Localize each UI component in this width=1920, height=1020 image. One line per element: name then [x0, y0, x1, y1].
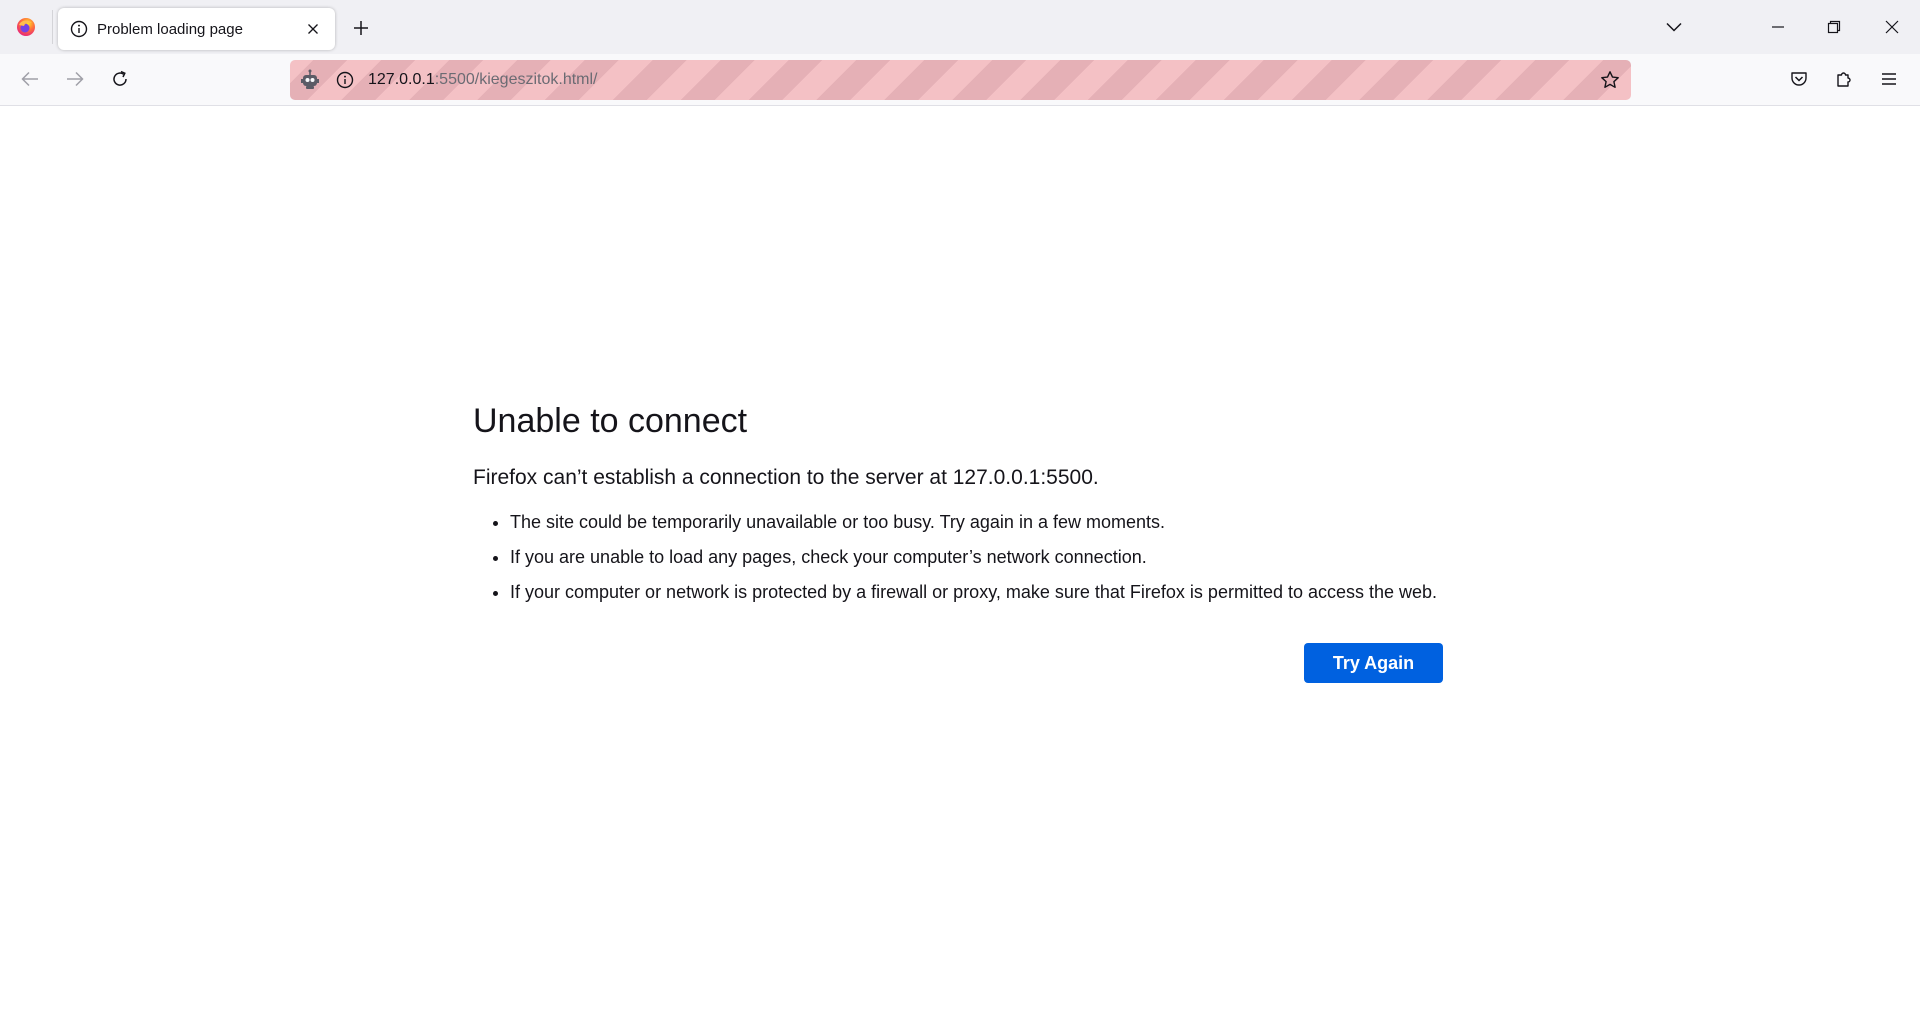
tabstrip-separator: [52, 10, 53, 44]
url-host: 127.0.0.1: [368, 71, 435, 88]
tab-title: Problem loading page: [97, 20, 243, 38]
arrow-right-icon: [67, 71, 84, 87]
site-info-button[interactable]: [334, 69, 356, 91]
save-to-pocket-button[interactable]: [1782, 62, 1816, 96]
close-icon: [1885, 20, 1899, 34]
reload-button[interactable]: [103, 62, 137, 96]
error-reasons-list: The site could be temporarily unavailabl…: [473, 510, 1445, 605]
firefox-logo-icon: [17, 18, 35, 36]
new-tab-button[interactable]: [346, 14, 376, 42]
error-title: Unable to connect: [473, 402, 748, 440]
url-path: :5500/kiegeszitok.html/: [434, 71, 598, 88]
tab-strip: Problem loading page: [0, 0, 1920, 54]
error-page-container: Unable to connect Firefox can’t establis…: [473, 400, 1445, 683]
navigation-toolbar: 127.0.0.1:5500/kiegeszitok.html/: [0, 54, 1920, 106]
error-description: Firefox can’t establish a connection to …: [473, 466, 1099, 489]
extensions-button[interactable]: [1827, 62, 1861, 96]
list-item: If your computer or network is protected…: [510, 580, 1445, 605]
reload-icon: [113, 70, 127, 86]
robot-icon[interactable]: [298, 68, 322, 92]
tab-close-button[interactable]: [301, 17, 325, 41]
info-icon: [336, 71, 354, 89]
restore-icon: [1827, 20, 1841, 34]
minimize-icon: [1772, 26, 1784, 28]
arrow-left-icon: [21, 71, 38, 87]
window-minimize-button[interactable]: [1750, 0, 1806, 54]
back-button[interactable]: [13, 62, 47, 96]
bookmark-button[interactable]: [1597, 67, 1623, 93]
info-icon: [69, 19, 89, 39]
chevron-down-icon: [1666, 22, 1682, 32]
app-menu-button[interactable]: [1872, 62, 1906, 96]
window-close-button[interactable]: [1864, 0, 1920, 54]
pocket-icon: [1791, 72, 1807, 86]
list-all-tabs-button[interactable]: [1658, 12, 1690, 42]
tab-active[interactable]: Problem loading page: [58, 8, 335, 50]
star-icon: [1601, 71, 1619, 88]
list-item: If you are unable to load any pages, che…: [510, 545, 1445, 570]
firefox-view-button[interactable]: [0, 0, 52, 54]
puzzle-icon: [1837, 72, 1851, 87]
list-item: The site could be temporarily unavailabl…: [510, 510, 1445, 535]
url-bar[interactable]: 127.0.0.1:5500/kiegeszitok.html/: [290, 60, 1631, 100]
window-restore-button[interactable]: [1806, 0, 1862, 54]
forward-button[interactable]: [58, 62, 92, 96]
url-text[interactable]: 127.0.0.1:5500/kiegeszitok.html/: [368, 71, 597, 89]
try-again-button[interactable]: Try Again: [1304, 643, 1443, 683]
hamburger-icon: [1882, 73, 1896, 85]
error-actions: Try Again: [473, 643, 1445, 683]
plus-icon: [354, 21, 368, 35]
close-icon: [308, 24, 318, 34]
